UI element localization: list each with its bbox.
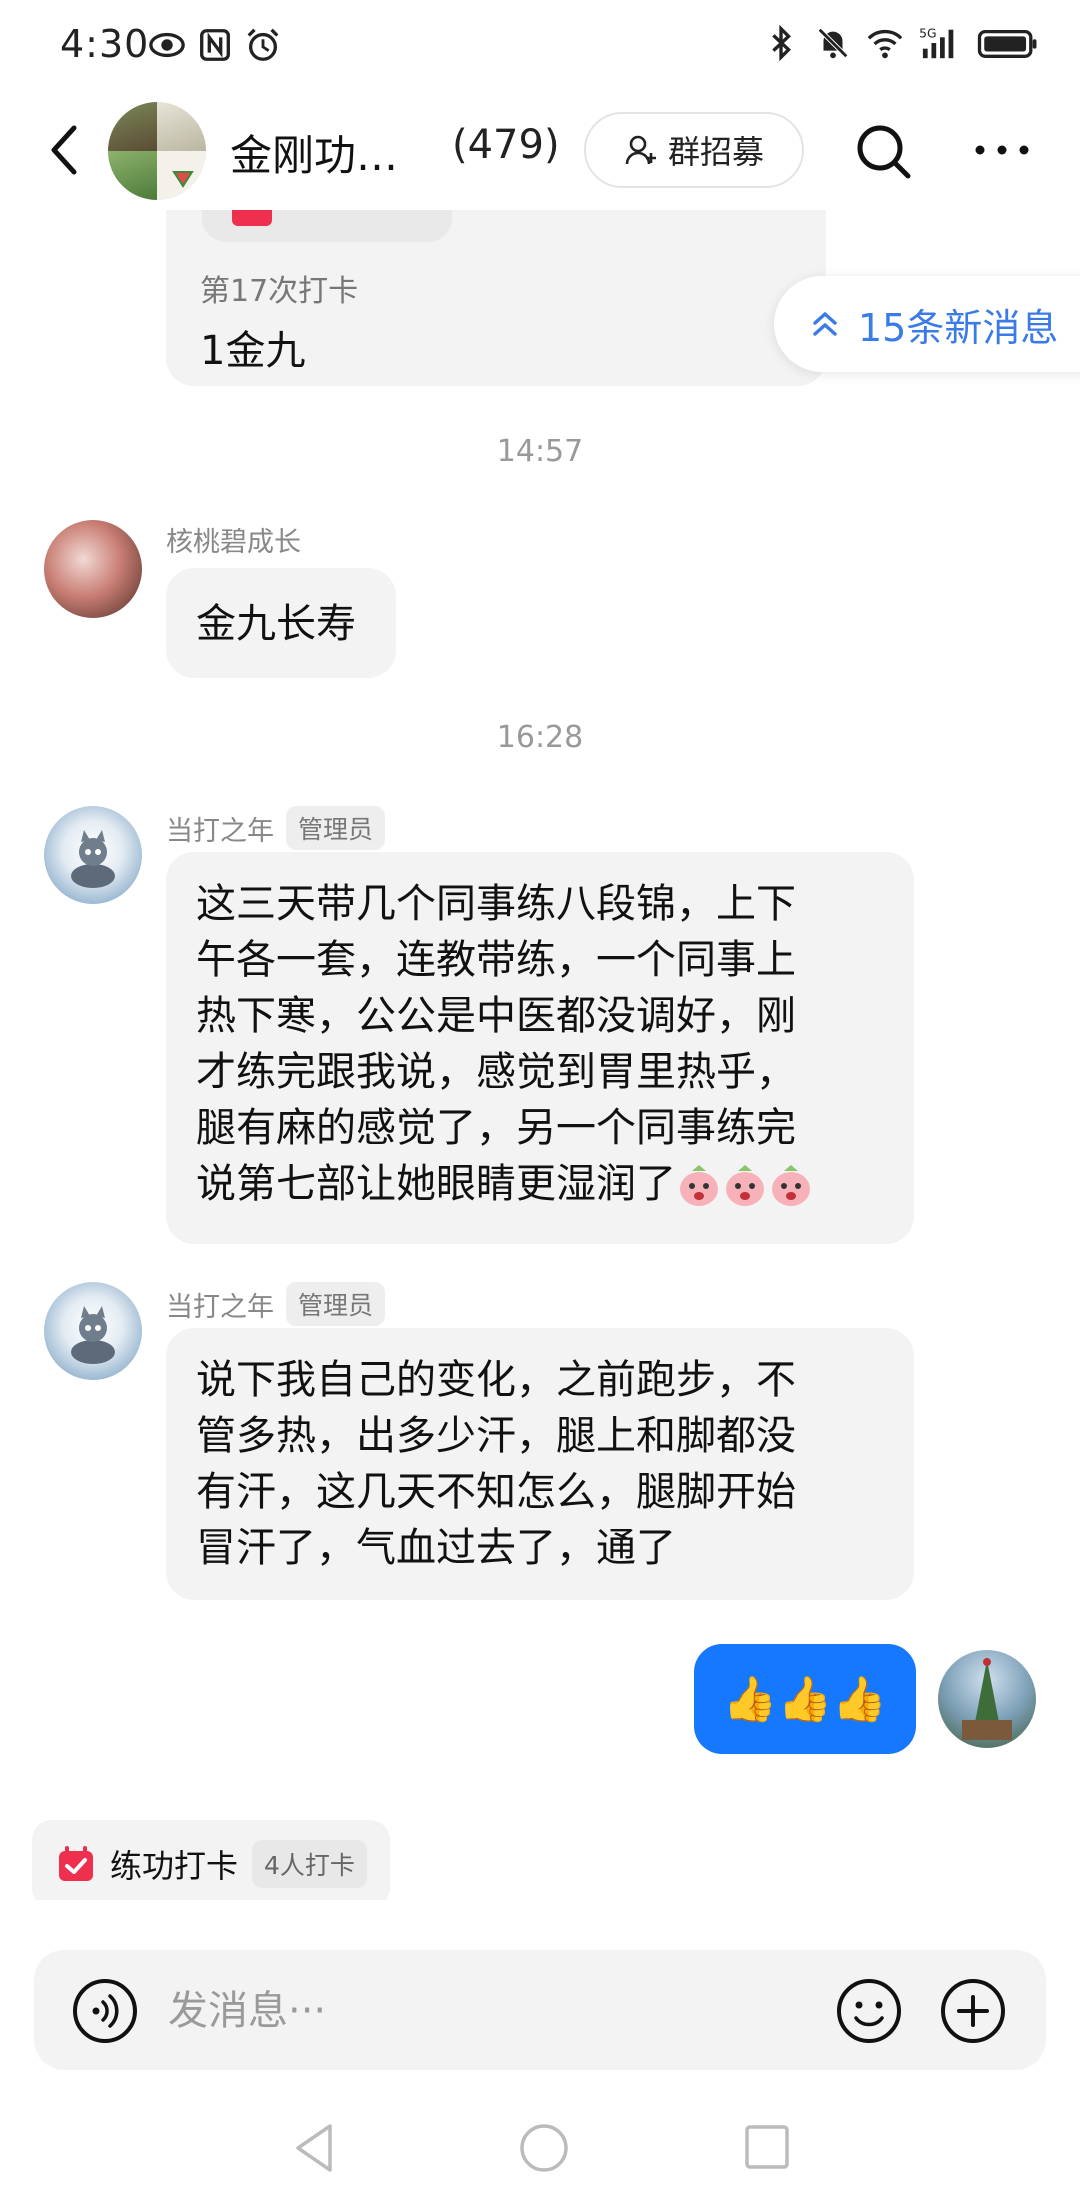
message-text: 金九长寿 (196, 601, 356, 647)
nfc-icon (200, 29, 230, 61)
back-arrow-icon[interactable] (40, 120, 90, 180)
cartoon-cat-icon (71, 1306, 115, 1364)
search-icon[interactable] (852, 120, 916, 184)
member-count[interactable]: (479) (452, 122, 560, 168)
emoji-icon[interactable] (836, 1978, 902, 2044)
mute-icon (818, 28, 848, 59)
message-line: 有汗，这几天不知怎么，腿脚开始 (196, 1469, 796, 1515)
eye-icon (149, 32, 185, 58)
checkin-card-text: 1金九 (200, 328, 306, 374)
calendar-check-icon (59, 1846, 93, 1881)
sender-avatar[interactable] (44, 806, 142, 904)
message-line: 热下寒，公公是中医都没调好，刚 (196, 993, 796, 1039)
message-line: 才练完跟我说，感觉到胃里热乎， (196, 1049, 796, 1095)
group-name[interactable]: 金刚功… (230, 122, 398, 183)
nav-recents-icon[interactable] (742, 2122, 792, 2172)
timestamp: 16:28 (496, 720, 584, 755)
message-line: 这三天带几个同事练八段锦，上下 (196, 881, 796, 927)
message-list[interactable]: 第17次打卡 1金九 15条新消息 14:57 核桃碧成长 金九长寿 16:28 (0, 210, 1080, 1900)
checkin-chip-label: 练功打卡 (110, 1847, 239, 1885)
new-messages-pill[interactable]: 15条新消息 (774, 276, 1080, 372)
chat-screen: 4:30 5G 金刚功… (479) 群招募 第17次打卡 1金九 15条新消息… (0, 0, 1080, 2204)
my-avatar[interactable] (938, 1650, 1036, 1748)
crying-face-emoji-icon (680, 1165, 718, 1206)
message-line: 冒汗了，气血过去了，通了 (196, 1525, 676, 1571)
sender-avatar[interactable] (44, 1282, 142, 1380)
crying-face-emoji-icon (726, 1165, 764, 1206)
bluetooth-icon (772, 24, 791, 62)
checkin-card-title: 第17次打卡 (200, 274, 359, 309)
message-line: 说下我自己的变化，之前跑步，不 (196, 1357, 796, 1403)
message-input[interactable] (166, 1980, 710, 2042)
alarm-icon (247, 28, 279, 61)
message-text: 👍👍👍 (722, 1674, 888, 1725)
voice-icon[interactable] (72, 1978, 138, 2044)
sender-avatar[interactable] (44, 520, 142, 618)
checkin-card[interactable]: 第17次打卡 1金九 (166, 210, 826, 386)
status-bar: 4:30 5G (0, 0, 1080, 90)
group-recruit-label: 群招募 (667, 133, 764, 171)
group-avatar[interactable] (108, 102, 206, 200)
cartoon-cat-icon (71, 830, 115, 888)
watermelon-icon (172, 171, 194, 188)
status-time: 4:30 (60, 22, 150, 66)
checkin-chip[interactable]: 练功打卡 4人打卡 (32, 1820, 390, 1900)
battery-icon (977, 29, 1037, 58)
nav-back-icon[interactable] (290, 2120, 340, 2176)
plus-icon[interactable] (940, 1978, 1006, 2044)
message-line-with-emoji: 说第七部让她眼睛更湿润了 (196, 1156, 884, 1212)
message-line: 午各一套，连教带练，一个同事上 (196, 937, 796, 983)
checkin-red-icon (232, 210, 272, 226)
tower-photo-icon (962, 1658, 1012, 1740)
group-recruit-button[interactable]: 群招募 (584, 112, 804, 188)
checkin-count-badge: 4人打卡 (252, 1840, 367, 1888)
message-line: 管多热，出多少汗，腿上和脚都没 (196, 1413, 796, 1459)
admin-badge: 管理员 (286, 1282, 386, 1326)
system-nav-bar (0, 2100, 1080, 2204)
chat-header: 金刚功… (479) 群招募 (0, 90, 1080, 210)
message-bubble[interactable]: 说下我自己的变化，之前跑步，不 管多热，出多少汗，腿上和脚都没 有汗，这几天不知… (166, 1328, 914, 1600)
message-bubble[interactable]: 金九长寿 (166, 568, 396, 678)
sender-name[interactable]: 当打之年 管理员 (166, 806, 386, 850)
svg-text:5G: 5G (919, 26, 936, 40)
double-chevron-up-icon (813, 312, 837, 336)
outgoing-message-bubble[interactable]: 👍👍👍 (694, 1644, 916, 1754)
new-messages-label: 15条新消息 (858, 305, 1059, 350)
crying-face-emoji-icon (772, 1165, 810, 1206)
signal-5g-icon: 5G (919, 26, 954, 59)
admin-badge: 管理员 (286, 806, 386, 850)
sender-name[interactable]: 当打之年 管理员 (166, 1282, 386, 1326)
message-input-bar (34, 1950, 1046, 2070)
message-line: 说第七部让她眼睛更湿润了 (196, 1161, 676, 1207)
wifi-icon (867, 29, 903, 59)
timestamp: 14:57 (496, 434, 584, 469)
message-line: 腿有麻的感觉了，另一个同事练完 (196, 1105, 796, 1151)
add-person-icon (625, 135, 656, 165)
nav-home-icon[interactable] (516, 2120, 572, 2176)
checkin-card-header-strip (202, 210, 452, 242)
message-bubble[interactable]: 这三天带几个同事练八段锦，上下 午各一套，连教带练，一个同事上 热下寒，公公是中… (166, 852, 914, 1244)
sender-name[interactable]: 核桃碧成长 (166, 520, 301, 559)
more-icon[interactable] (970, 130, 1034, 170)
